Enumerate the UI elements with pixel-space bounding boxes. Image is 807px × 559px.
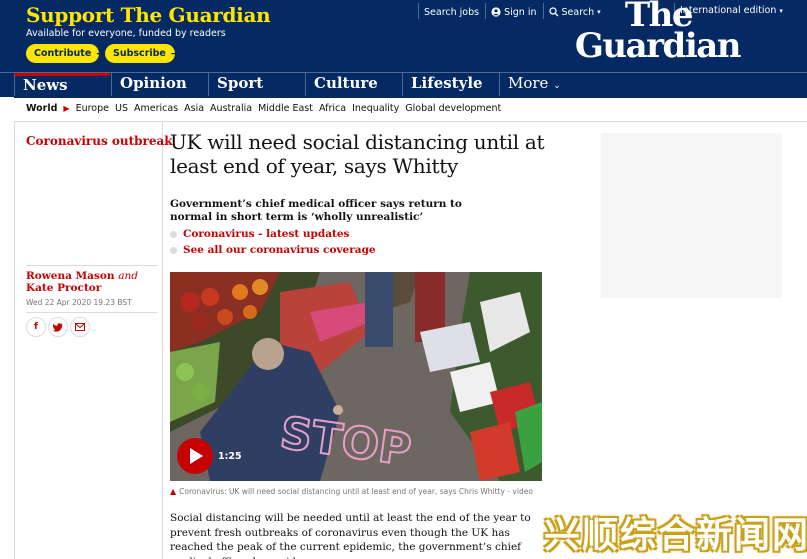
nav-more-label: More	[508, 74, 549, 92]
twitter-icon	[53, 322, 63, 332]
subscribe-label: Subscribe	[113, 48, 166, 59]
nav-pillar-sport[interactable]: Sport	[208, 73, 304, 97]
nav-more[interactable]: More ⌄	[499, 73, 599, 97]
video-caption-text: Coronavirus: UK will need social distanc…	[179, 487, 533, 496]
contribute-button[interactable]: Contribute →	[26, 44, 106, 63]
search-jobs-label: Search jobs	[424, 6, 480, 18]
user-icon	[491, 7, 501, 17]
related-link[interactable]: See all our coronavirus coverage	[170, 242, 376, 258]
nav-pillar-news[interactable]: News	[14, 73, 110, 97]
nav-pillar-opinion[interactable]: Opinion	[111, 73, 207, 97]
arrow-right-icon: →	[170, 47, 181, 60]
article-body: Social distancing will be needed until a…	[170, 512, 531, 559]
meta-divider	[26, 265, 157, 266]
related-link-label: See all our coronavirus coverage	[183, 244, 376, 256]
subnav-item[interactable]: Africa	[319, 103, 346, 114]
guardian-logo[interactable]: The Guardian	[560, 0, 742, 66]
subnav-item[interactable]: Asia	[184, 103, 204, 114]
chevron-down-icon: ▾	[779, 7, 783, 15]
logo-line-2: Guardian	[574, 26, 742, 66]
author-link[interactable]: Rowena Mason	[26, 270, 115, 282]
subnav-item[interactable]: Europe	[76, 103, 109, 114]
bullet-icon	[170, 246, 177, 254]
nav-divider	[14, 96, 807, 98]
section-kicker[interactable]: Coronavirus outbreak	[26, 134, 173, 148]
subnav-item[interactable]: Middle East	[258, 103, 313, 114]
share-twitter-button[interactable]	[48, 317, 68, 337]
subnav-item[interactable]: Americas	[134, 103, 178, 114]
advertisement-slot	[601, 133, 782, 298]
facebook-icon: f	[34, 322, 38, 332]
video-thumbnail: STOP	[170, 272, 542, 481]
column-divider	[162, 122, 163, 559]
video-player[interactable]: STOP	[170, 272, 542, 481]
email-icon	[75, 323, 85, 331]
play-button[interactable]	[177, 438, 213, 474]
subscribe-button[interactable]: Subscribe →	[105, 44, 180, 63]
related-link-label: Coronavirus - latest updates	[183, 228, 350, 240]
masthead: Support The Guardian Available for every…	[0, 0, 807, 72]
triangle-right-icon: ▶	[63, 104, 70, 113]
share-email-button[interactable]	[70, 317, 90, 337]
video-duration: 1:25	[218, 451, 242, 462]
search-icon	[548, 7, 558, 17]
subnav-item[interactable]: Global development	[405, 103, 501, 114]
contribute-label: Contribute	[34, 48, 92, 59]
meta-divider	[26, 312, 157, 313]
sub-nav: World ▶ Europe US Americas Asia Australi…	[26, 103, 501, 114]
related-link[interactable]: Coronavirus - latest updates	[170, 226, 376, 242]
sign-in-link[interactable]: Sign in	[485, 3, 542, 19]
triangle-up-icon: ▲	[170, 487, 177, 496]
subnav-divider	[14, 121, 807, 122]
article-headline: UK will need social distancing until at …	[170, 130, 545, 178]
dateline: Wed 22 Apr 2020 19.23 BST	[26, 298, 132, 307]
play-icon	[190, 448, 203, 464]
support-title: Support The Guardian	[26, 3, 271, 27]
standfirst: Government’s chief medical officer says …	[170, 198, 462, 223]
byline-and: and	[118, 270, 138, 282]
nav-pillar-lifestyle[interactable]: Lifestyle	[402, 73, 498, 97]
watermark: 兴顺综合新闻网	[544, 515, 807, 556]
nav-pillar-culture[interactable]: Culture	[305, 73, 401, 97]
support-subtitle: Available for everyone, funded by reader…	[26, 28, 226, 39]
pillar-nav: News Opinion Sport Culture Lifestyle Mor…	[0, 72, 807, 97]
content-frame-line	[14, 122, 15, 559]
subnav-item[interactable]: Australia	[210, 103, 252, 114]
search-jobs-link[interactable]: Search jobs	[418, 3, 485, 19]
related-links: Coronavirus - latest updates See all our…	[170, 226, 376, 258]
bullet-icon	[170, 230, 177, 238]
subnav-item[interactable]: US	[115, 103, 128, 114]
subnav-current[interactable]: World	[26, 103, 57, 114]
sign-in-label: Sign in	[504, 6, 537, 18]
video-caption: ▲ Coronavirus: UK will need social dista…	[170, 487, 533, 496]
author-link[interactable]: Kate Proctor	[26, 282, 101, 294]
byline: Rowena Mason and Kate Proctor	[26, 270, 156, 294]
share-facebook-button[interactable]: f	[26, 317, 46, 337]
subnav-item[interactable]: Inequality	[352, 103, 399, 114]
chevron-down-icon: ⌄	[553, 81, 561, 91]
